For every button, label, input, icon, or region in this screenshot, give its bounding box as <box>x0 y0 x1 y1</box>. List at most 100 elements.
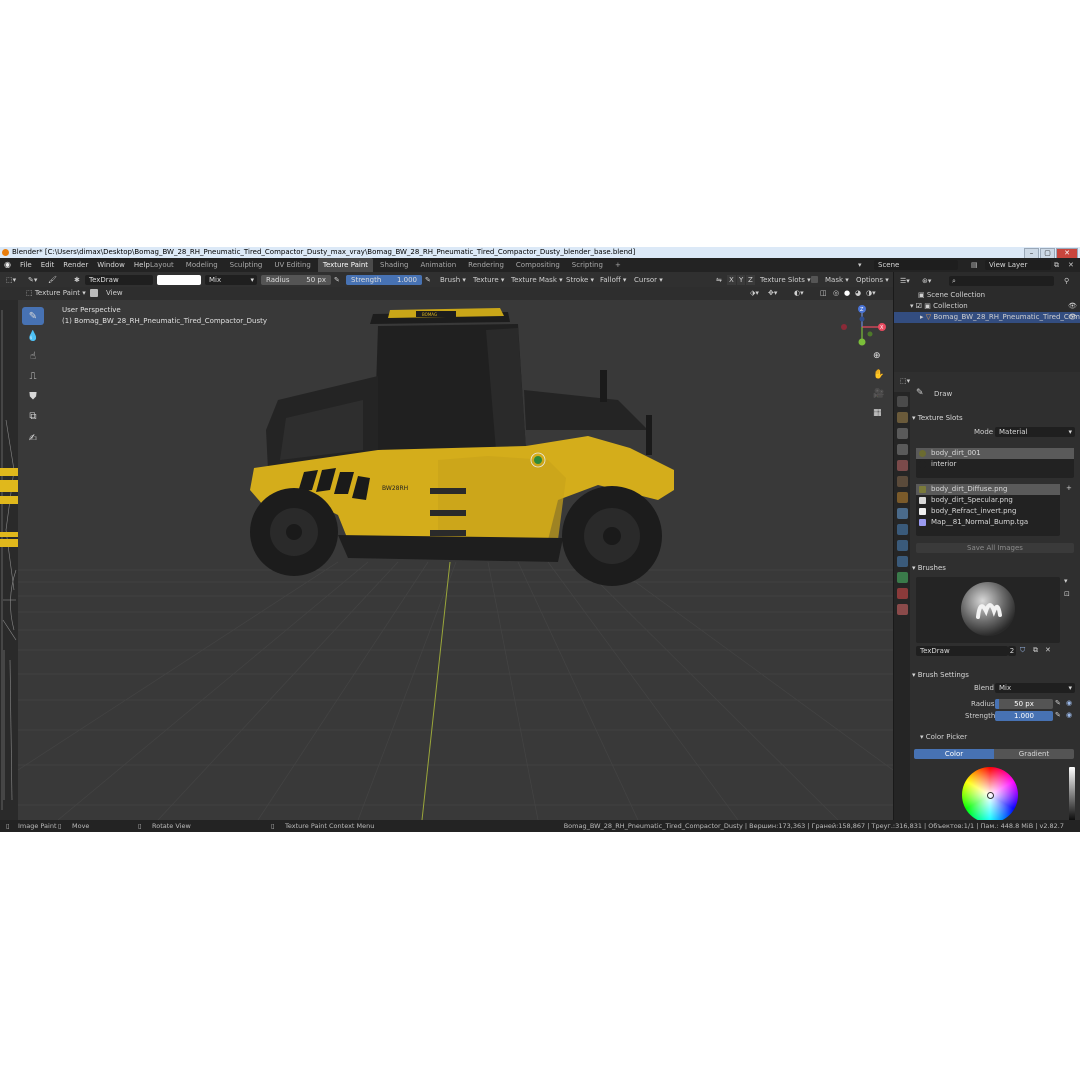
mask-tool-icon[interactable]: ⧉ <box>22 407 44 425</box>
clone-tool-icon[interactable]: ⎍ <box>22 367 44 385</box>
constraints-tab-icon[interactable] <box>897 556 908 567</box>
brush-list-dropdown-icon[interactable]: ▾ <box>1064 577 1068 585</box>
value-slider[interactable] <box>1069 767 1075 823</box>
3d-viewport[interactable]: BOMAG BW28RH User Perspective (1) Bomag_… <box>18 300 893 820</box>
outliner-search-input[interactable]: ⌕ <box>949 276 1054 286</box>
camera-view-icon[interactable]: 🎥 <box>873 389 884 399</box>
color-wheel[interactable] <box>962 767 1018 823</box>
menu-options[interactable]: Options ▾ <box>856 275 889 285</box>
menu-render[interactable]: Render <box>63 258 88 272</box>
image-slot-item[interactable]: body_dirt_Specular.png <box>916 495 1060 506</box>
blender-menu-icon[interactable]: ◉ <box>4 261 13 269</box>
brush-radius-slider[interactable]: 50 px <box>995 699 1053 709</box>
radius-unit-icon[interactable]: ◉ <box>1066 699 1072 707</box>
blend-mode-dropdown[interactable]: Mix ▾ <box>995 683 1075 693</box>
image-slot-item[interactable]: body_dirt_Diffuse.png <box>916 484 1060 495</box>
texture-tab-icon[interactable] <box>897 604 908 615</box>
navigation-gizmo[interactable]: Z X <box>836 302 893 352</box>
mode-selector[interactable]: ⬚ Texture Paint ▾ <box>26 288 86 298</box>
image-slot-item[interactable]: Map__81_Normal_Bump.tga <box>916 517 1060 528</box>
tab-animation[interactable]: Animation <box>415 258 461 272</box>
brush-settings-header[interactable]: ▾ Brush Settings <box>912 669 1079 681</box>
menu-window[interactable]: Window <box>97 258 125 272</box>
scene-tab-icon[interactable] <box>897 460 908 471</box>
world-tab-icon[interactable] <box>897 476 908 487</box>
menu-brush[interactable]: Brush ▾ <box>440 275 466 285</box>
pan-hand-icon[interactable]: ✋ <box>873 370 884 380</box>
radius-pressure-icon[interactable]: ✎ <box>334 275 340 285</box>
menu-texture[interactable]: Texture ▾ <box>473 275 504 285</box>
collection-visibility-icon[interactable]: 👁 <box>1068 301 1077 312</box>
color-wheel-cursor[interactable] <box>987 792 994 799</box>
radius-slider[interactable]: Radius 50 px <box>261 275 331 285</box>
fill-tool-icon[interactable]: ⛊ <box>22 387 44 405</box>
brush-icon[interactable]: 🖌 <box>48 275 57 285</box>
particles-tab-icon[interactable] <box>897 524 908 535</box>
brush-name-field[interactable]: TexDraw <box>85 275 153 285</box>
color-tab[interactable]: Color <box>914 749 994 759</box>
tab-layout[interactable]: Layout <box>145 258 179 272</box>
view-object-types-icon[interactable]: ⬗▾ <box>750 288 759 298</box>
brush-strength-slider[interactable]: 1.000 <box>995 711 1053 721</box>
menu-cursor[interactable]: Cursor ▾ <box>634 275 663 285</box>
symmetry-icon[interactable]: ⇋ <box>716 275 722 285</box>
menu-texture-mask[interactable]: Texture Mask ▾ <box>511 275 563 285</box>
menu-file[interactable]: File <box>20 258 32 272</box>
tab-rendering[interactable]: Rendering <box>463 258 509 272</box>
xray-toggle-icon[interactable]: ◫ <box>820 288 827 298</box>
material-slot-item[interactable]: interior <box>916 459 1074 470</box>
outliner-filter-funnel-icon[interactable]: ⚲ <box>1064 276 1069 287</box>
scene-icon[interactable]: ▾ <box>858 258 862 272</box>
mode-icon[interactable]: ✎▾ <box>28 275 37 285</box>
object-visibility-icon[interactable]: 👁 <box>1068 312 1077 323</box>
material-slot-item[interactable]: body_dirt_001 <box>916 448 1074 459</box>
shading-wireframe-icon[interactable]: ◎ <box>833 288 839 298</box>
brush-list-more-icon[interactable]: ⊡ <box>1064 590 1070 598</box>
ortho-grid-icon[interactable]: ▦ <box>873 408 882 418</box>
data-tab-icon[interactable] <box>897 572 908 583</box>
material-tab-icon[interactable] <box>897 588 908 599</box>
view-layer-tab-icon[interactable] <box>897 444 908 455</box>
add-image-icon[interactable]: + <box>1066 484 1072 492</box>
paint-mask-toggle[interactable] <box>90 289 98 297</box>
viewport-canvas[interactable]: BOMAG BW28RH <box>18 300 893 820</box>
menu-falloff[interactable]: Falloff ▾ <box>600 275 626 285</box>
strength-pressure-icon[interactable]: ◉ <box>1066 711 1072 719</box>
editor-type-icon[interactable]: ⬚▾ <box>6 275 16 285</box>
add-workspace-icon[interactable]: + <box>610 258 626 272</box>
brush-fake-user-icon[interactable]: ✱ <box>74 275 80 285</box>
radius-pressure-toggle-icon[interactable]: ✎ <box>1055 699 1061 707</box>
color-picker-header[interactable]: ▾ Color Picker <box>920 733 967 741</box>
menu-edit[interactable]: Edit <box>41 258 55 272</box>
brush-name-field[interactable]: TexDraw <box>916 646 1008 656</box>
blend-dropdown[interactable]: Mix ▾ <box>205 275 257 285</box>
duplicate-brush-icon[interactable]: ⧉ <box>1033 646 1038 655</box>
brushes-header[interactable]: ▾ Brushes <box>912 562 1079 574</box>
copy-layer-icon[interactable]: ⧉ <box>1054 258 1059 272</box>
outliner-filter-icon[interactable]: ⊛▾ <box>922 276 931 287</box>
menu-mask[interactable]: Mask ▾ <box>825 275 849 285</box>
render-tab-icon[interactable] <box>897 412 908 423</box>
outliner-collection[interactable]: ▾ ☑ ▣ Collection <box>910 301 968 312</box>
gizmo-toggle-icon[interactable]: ✥▾ <box>768 288 777 298</box>
texture-slots-header[interactable]: ▾ Texture Slots <box>912 412 1079 424</box>
tool-tab-icon[interactable] <box>897 396 908 407</box>
overlays-toggle-icon[interactable]: ◐▾ <box>794 288 804 298</box>
shading-rendered-icon[interactable]: ◑▾ <box>866 288 876 298</box>
strength-pressure-toggle-icon[interactable]: ✎ <box>1055 711 1061 719</box>
brush-preview[interactable] <box>916 577 1060 643</box>
strength-slider[interactable]: Strength 1.000 <box>346 275 422 285</box>
tab-modeling[interactable]: Modeling <box>181 258 223 272</box>
strength-pressure-icon[interactable]: ✎ <box>425 275 431 285</box>
menu-view[interactable]: View <box>106 288 123 298</box>
menu-texture-slots[interactable]: Texture Slots ▾ <box>760 275 811 285</box>
zoom-icon[interactable]: ⊕ <box>873 351 881 361</box>
gradient-tab[interactable]: Gradient <box>994 749 1074 759</box>
modifier-tab-icon[interactable] <box>897 508 908 519</box>
object-tab-icon[interactable] <box>897 492 908 503</box>
outliner-editor-icon[interactable]: ☰▾ <box>900 276 910 287</box>
view-layer-selector[interactable]: View Layer <box>985 260 1051 270</box>
image-slot-item[interactable]: body_Refract_invert.png <box>916 506 1060 517</box>
shading-solid-icon[interactable]: ● <box>844 288 850 298</box>
tab-compositing[interactable]: Compositing <box>511 258 565 272</box>
